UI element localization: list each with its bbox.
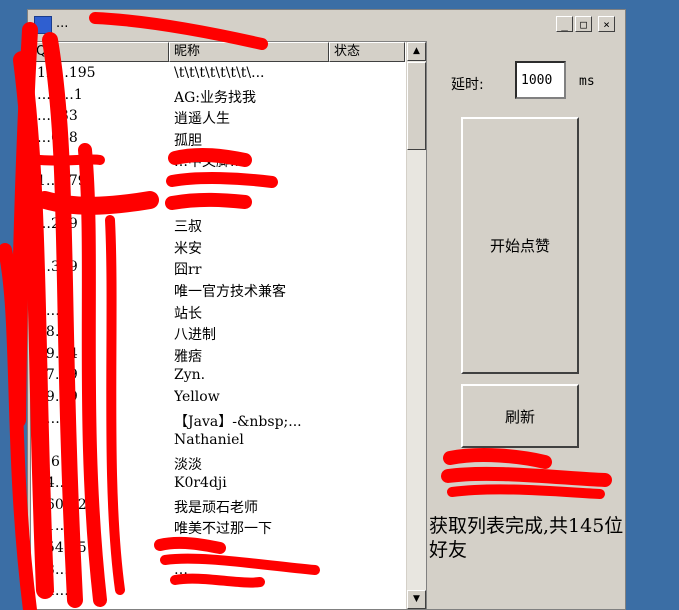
qq-cell: 12…195 — [37, 65, 96, 81]
nickname-cell: 【Java】-&nbsp;... — [174, 413, 302, 430]
qq-cell: 3… — [37, 410, 60, 427]
app-icon — [34, 16, 52, 34]
nickname-cell: 三叔 — [174, 219, 202, 236]
minimize-button[interactable]: _ — [556, 16, 573, 32]
list-item[interactable]: 27…9 Zyn. — [31, 365, 405, 387]
list-header: QQ 昵称 状态 — [31, 42, 405, 62]
delay-label: 延时: — [451, 77, 484, 93]
list-item[interactable]: 米安 — [31, 236, 405, 258]
scroll-down-icon[interactable]: ▼ — [407, 590, 426, 609]
list-item[interactable]: 51…1 唯美不过那一下 — [31, 516, 405, 538]
maximize-button[interactable]: □ — [575, 16, 592, 32]
list-item[interactable]: 12…195 \t\t\t\t\t\t\t\... — [31, 63, 405, 85]
list-item[interactable]: …309 囧rr — [31, 257, 405, 279]
nickname-cell: Yellow — [174, 388, 220, 405]
qq-cell: …309 — [37, 259, 78, 276]
qq-cell: …229 — [37, 216, 78, 233]
friend-list[interactable]: QQ 昵称 状态 12…195 \t\t\t\t\t\t\t\... …3…1 AG:… — [30, 41, 427, 610]
list-item[interactable]: 1…279 — [31, 171, 405, 193]
column-header-status[interactable]: 状态 — [329, 42, 405, 62]
qq-cell: 18… — [37, 324, 69, 341]
nickname-cell: 淡淡 — [174, 456, 202, 473]
list-item[interactable]: 19…4 雅痞 — [31, 344, 405, 366]
list-rows: 12…195 \t\t\t\t\t\t\t\... …3…1 AG:业务找我 …033 逍… — [31, 63, 405, 603]
list-item[interactable]: 唯一官方技术兼客 — [31, 279, 405, 301]
start-like-button[interactable]: 开始点赞 — [461, 117, 579, 374]
nickname-cell: K0r4dji — [174, 475, 227, 492]
list-item[interactable]: …048 孤胆 — [31, 128, 405, 150]
list-item[interactable]: 460…2 我是顽石老师 — [31, 495, 405, 517]
scroll-up-icon[interactable]: ▲ — [407, 42, 426, 61]
nickname-cell: AG:业务找我 — [174, 89, 257, 106]
list-item[interactable] — [31, 193, 405, 215]
scroll-thumb[interactable] — [407, 62, 426, 150]
list-item[interactable]: 44… K0r4dji — [31, 473, 405, 495]
qq-cell: 19…4 — [37, 345, 78, 362]
qq-cell: 554…5 — [37, 540, 87, 557]
vertical-scrollbar[interactable]: ▲ ▼ — [406, 42, 426, 609]
qq-cell: 1…279 — [37, 172, 87, 189]
qq-cell: 51…1 — [37, 518, 78, 535]
qq-cell: 1… — [37, 302, 60, 319]
nickname-cell: 雅痞 — [174, 348, 202, 365]
refresh-button[interactable]: 刷新 — [461, 384, 579, 448]
qq-cell: …6 — [37, 453, 60, 470]
column-header-qq[interactable]: QQ — [31, 42, 169, 62]
nickname-cell: \t\t\t\t\t\t\t\... — [174, 65, 265, 81]
list-item[interactable]: …6 淡淡 — [31, 452, 405, 474]
qq-cell: …3…1 — [37, 86, 83, 103]
nickname-cell: 唯美不过那一下 — [174, 521, 272, 538]
delay-unit: ms — [579, 74, 595, 89]
list-item[interactable]: 64…1 — [31, 581, 405, 603]
status-text: 获取列表完成,共145位好友 — [429, 515, 624, 561]
delay-input[interactable] — [515, 61, 566, 99]
nickname-cell: 唯一官方技术兼客 — [174, 283, 286, 300]
nickname-cell: 米安 — [174, 240, 202, 257]
qq-cell: 29…9 — [37, 388, 78, 405]
nickname-cell: 站长 — [174, 305, 202, 322]
list-item[interactable]: Nathaniel — [31, 430, 405, 452]
list-item[interactable]: …中文脚... — [31, 149, 405, 171]
qq-cell: 58…5 — [37, 561, 78, 578]
column-header-nickname[interactable]: 昵称 — [169, 42, 329, 62]
list-item[interactable]: …033 逍遥人生 — [31, 106, 405, 128]
nickname-cell: 孤胆 — [174, 132, 202, 149]
list-item[interactable]: 3… 【Java】-&nbsp;... — [31, 409, 405, 431]
qq-cell: 460…2 — [37, 496, 87, 513]
qq-cell: 27…9 — [37, 367, 78, 384]
list-item[interactable]: 554…5 — [31, 538, 405, 560]
list-item[interactable]: …3…1 AG:业务找我 — [31, 85, 405, 107]
qq-cell: 64…1 — [37, 583, 78, 600]
nickname-cell: 八进制 — [174, 327, 216, 344]
list-item[interactable]: 1… 站长 — [31, 301, 405, 323]
nickname-cell: 逍遥人生 — [174, 111, 230, 128]
list-item[interactable]: 58…5 … — [31, 560, 405, 582]
qq-cell: …048 — [37, 129, 78, 146]
window-title: ... — [56, 16, 69, 31]
qq-cell: …033 — [37, 108, 78, 125]
nickname-cell: 囧rr — [174, 262, 202, 279]
nickname-cell: Nathaniel — [174, 432, 244, 449]
nickname-cell: … — [174, 561, 188, 578]
list-item[interactable]: 18… 八进制 — [31, 322, 405, 344]
title-bar[interactable]: ... _ □ × — [28, 10, 625, 38]
list-item[interactable]: …229 三叔 — [31, 214, 405, 236]
qq-cell: 44… — [37, 475, 69, 492]
nickname-cell: 我是顽石老师 — [174, 499, 258, 516]
nickname-cell: Zyn. — [174, 367, 206, 384]
close-button[interactable]: × — [598, 16, 615, 32]
nickname-cell: …中文脚... — [174, 154, 244, 171]
app-window: ... _ □ × QQ 昵称 状态 12…195 \t\t\t\t\t\t\t\… — [27, 9, 626, 610]
list-item[interactable]: 29…9 Yellow — [31, 387, 405, 409]
